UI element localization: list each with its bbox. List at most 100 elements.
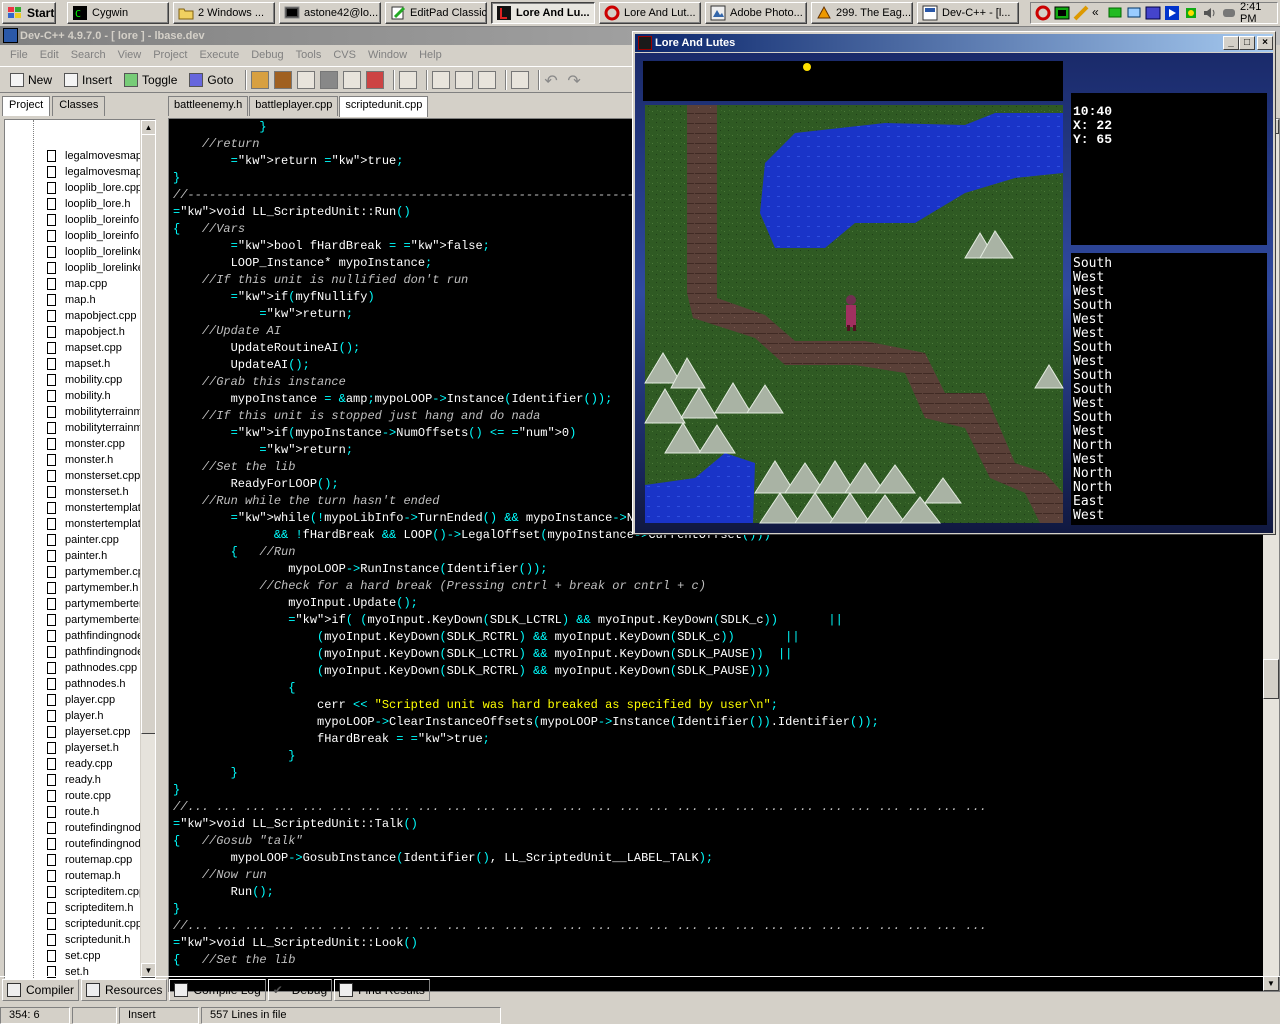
file-tree-item[interactable]: pathnodes.h — [47, 676, 143, 692]
file-tree-item[interactable]: scriptedunit.h — [47, 932, 143, 948]
file-tree-item[interactable]: mobilityterrainma — [47, 420, 143, 436]
menu-view[interactable]: View — [112, 49, 148, 61]
file-tree-item[interactable]: map.cpp — [47, 276, 143, 292]
file-tree-item[interactable]: monster.cpp — [47, 436, 143, 452]
menu-execute[interactable]: Execute — [193, 49, 245, 61]
tab-resources[interactable]: Resources — [81, 978, 168, 1001]
taskbar-button-eagle[interactable]: 299. The Eag... — [811, 2, 913, 24]
undo-icon[interactable]: ↶ — [544, 71, 562, 90]
print-icon[interactable] — [399, 70, 418, 89]
menu-cvs[interactable]: CVS — [327, 49, 362, 61]
game-viewport[interactable]: 10:40 X: 22 Y: 65 South West West South West… — [635, 53, 1273, 533]
rebuild-icon[interactable] — [320, 70, 339, 89]
taskbar-button-windows-group[interactable]: 2 Windows ... — [173, 2, 275, 24]
game-title-bar[interactable]: Lore And Lutes _ □ × — [635, 34, 1273, 52]
insert-button[interactable]: Insert — [60, 69, 116, 91]
taskbar-button-cygwin[interactable]: C Cygwin — [67, 2, 169, 24]
file-tree-item[interactable]: map.h — [47, 292, 143, 308]
tab-compiler[interactable]: Compiler — [2, 978, 80, 1001]
file-tree-item[interactable]: mapset.cpp — [47, 340, 143, 356]
play-tray-icon[interactable] — [1164, 5, 1180, 21]
file-tree-item[interactable]: pathfindingnode — [47, 644, 143, 660]
tab-debug[interactable]: ✔ Debug — [267, 978, 333, 1001]
toggle-button[interactable]: Toggle — [120, 69, 181, 91]
debug-icon[interactable] — [366, 70, 385, 89]
display-tray-icon[interactable] — [1145, 5, 1161, 21]
file-tree-item[interactable]: looplib_lorelinke — [47, 244, 143, 260]
new-button[interactable]: New — [6, 69, 56, 91]
file-tree-item[interactable]: routefindingnod — [47, 820, 143, 836]
file-tree-item[interactable]: ready.cpp — [47, 756, 143, 772]
file-tree-item[interactable]: partymemberten — [47, 596, 143, 612]
file-tree-item[interactable]: mapset.h — [47, 356, 143, 372]
file-tree-item[interactable]: monstertemplate — [47, 500, 143, 516]
file-tree-item[interactable]: looplib_lore.h — [47, 196, 143, 212]
find-next-icon[interactable] — [478, 70, 497, 89]
file-tree-item[interactable]: mapobject.h — [47, 324, 143, 340]
file-tree-item[interactable]: partymemberten — [47, 612, 143, 628]
file-tree-item[interactable]: partymember.h — [47, 580, 143, 596]
file-tree-item[interactable]: legalmovesmap — [47, 148, 143, 164]
scroll-thumb[interactable] — [141, 134, 155, 734]
file-tree-item[interactable]: monsterset.h — [47, 484, 143, 500]
menu-edit[interactable]: Edit — [34, 49, 65, 61]
file-tree-item[interactable]: scripteditem.h — [47, 900, 143, 916]
menu-help[interactable]: Help — [413, 49, 448, 61]
minimize-button[interactable]: _ — [1223, 36, 1239, 50]
monitor-tray-icon[interactable] — [1126, 5, 1142, 21]
file-tree-item[interactable]: routemap.h — [47, 868, 143, 884]
tab-battleenemy-h[interactable]: battleenemy.h — [168, 96, 249, 116]
network-tray-icon[interactable] — [1107, 5, 1123, 21]
file-tree-item[interactable]: player.cpp — [47, 692, 143, 708]
replace-icon[interactable] — [455, 70, 474, 89]
file-tree-item[interactable]: looplib_loreinfo. — [47, 212, 143, 228]
file-tree-item[interactable]: scriptedunit.cpp — [47, 916, 143, 932]
file-tree-item[interactable]: painter.h — [47, 548, 143, 564]
tab-battleplayer-cpp[interactable]: battleplayer.cpp — [249, 96, 339, 116]
tab-find-results[interactable]: Find Results — [334, 978, 430, 1001]
console-tray-icon[interactable] — [1054, 5, 1070, 21]
taskbar-button-ssh[interactable]: astone42@lo... — [279, 2, 381, 24]
project-options-icon[interactable] — [297, 70, 316, 89]
run-icon[interactable] — [274, 70, 293, 89]
file-tree-item[interactable]: ready.h — [47, 772, 143, 788]
tab-compile-log[interactable]: Compile Log — [169, 978, 266, 1001]
puzzle-tray-icon[interactable] — [1183, 5, 1199, 21]
redo-icon[interactable]: ↷ — [567, 71, 585, 90]
file-tree-item[interactable]: looplib_lore.cpp — [47, 180, 143, 196]
file-tree-item[interactable]: mapobject.cpp — [47, 308, 143, 324]
game-tray-icon[interactable] — [1221, 5, 1237, 21]
volume-tray-icon[interactable] — [1202, 5, 1218, 21]
compile-run-icon[interactable] — [343, 70, 362, 89]
close-button[interactable]: × — [1257, 36, 1273, 50]
menu-project[interactable]: Project — [147, 49, 193, 61]
maximize-button[interactable]: □ — [1239, 36, 1255, 50]
file-tree-item[interactable]: monster.h — [47, 452, 143, 468]
clock[interactable]: 2:41 PM — [1240, 1, 1273, 25]
file-tree-item[interactable]: pathnodes.cpp — [47, 660, 143, 676]
file-tree-item[interactable]: route.h — [47, 804, 143, 820]
file-tree-item[interactable]: pathfindingnode — [47, 628, 143, 644]
tab-project[interactable]: Project — [2, 96, 51, 116]
menu-file[interactable]: File — [4, 49, 34, 61]
file-tree-item[interactable]: playerset.cpp — [47, 724, 143, 740]
scroll-thumb[interactable] — [1263, 659, 1279, 699]
menu-window[interactable]: Window — [362, 49, 413, 61]
taskbar-button-devcpp[interactable]: Dev-C++ - [l... — [917, 2, 1019, 24]
taskbar-button-lore-browser[interactable]: Lore And Lut... — [599, 2, 701, 24]
pencil-tray-icon[interactable] — [1073, 5, 1089, 21]
file-tree-item[interactable]: playerset.h — [47, 740, 143, 756]
file-tree-item[interactable]: looplib_loreinfo. — [47, 228, 143, 244]
menu-tools[interactable]: Tools — [290, 49, 328, 61]
file-tree-item[interactable]: monstertemplate — [47, 516, 143, 532]
file-tree-item[interactable]: mobility.cpp — [47, 372, 143, 388]
menu-search[interactable]: Search — [65, 49, 112, 61]
file-tree-item[interactable]: monsterset.cpp — [47, 468, 143, 484]
file-tree-item[interactable]: mobility.h — [47, 388, 143, 404]
scroll-up-arrow-icon[interactable]: ▲ — [141, 120, 155, 135]
compile-icon[interactable] — [251, 70, 270, 89]
chevron-left-icon[interactable]: « — [1092, 5, 1104, 21]
file-tree-item[interactable]: looplib_lorelinke — [47, 260, 143, 276]
file-tree-item[interactable]: mobilityterrainma — [47, 404, 143, 420]
file-tree-item[interactable]: routemap.cpp — [47, 852, 143, 868]
